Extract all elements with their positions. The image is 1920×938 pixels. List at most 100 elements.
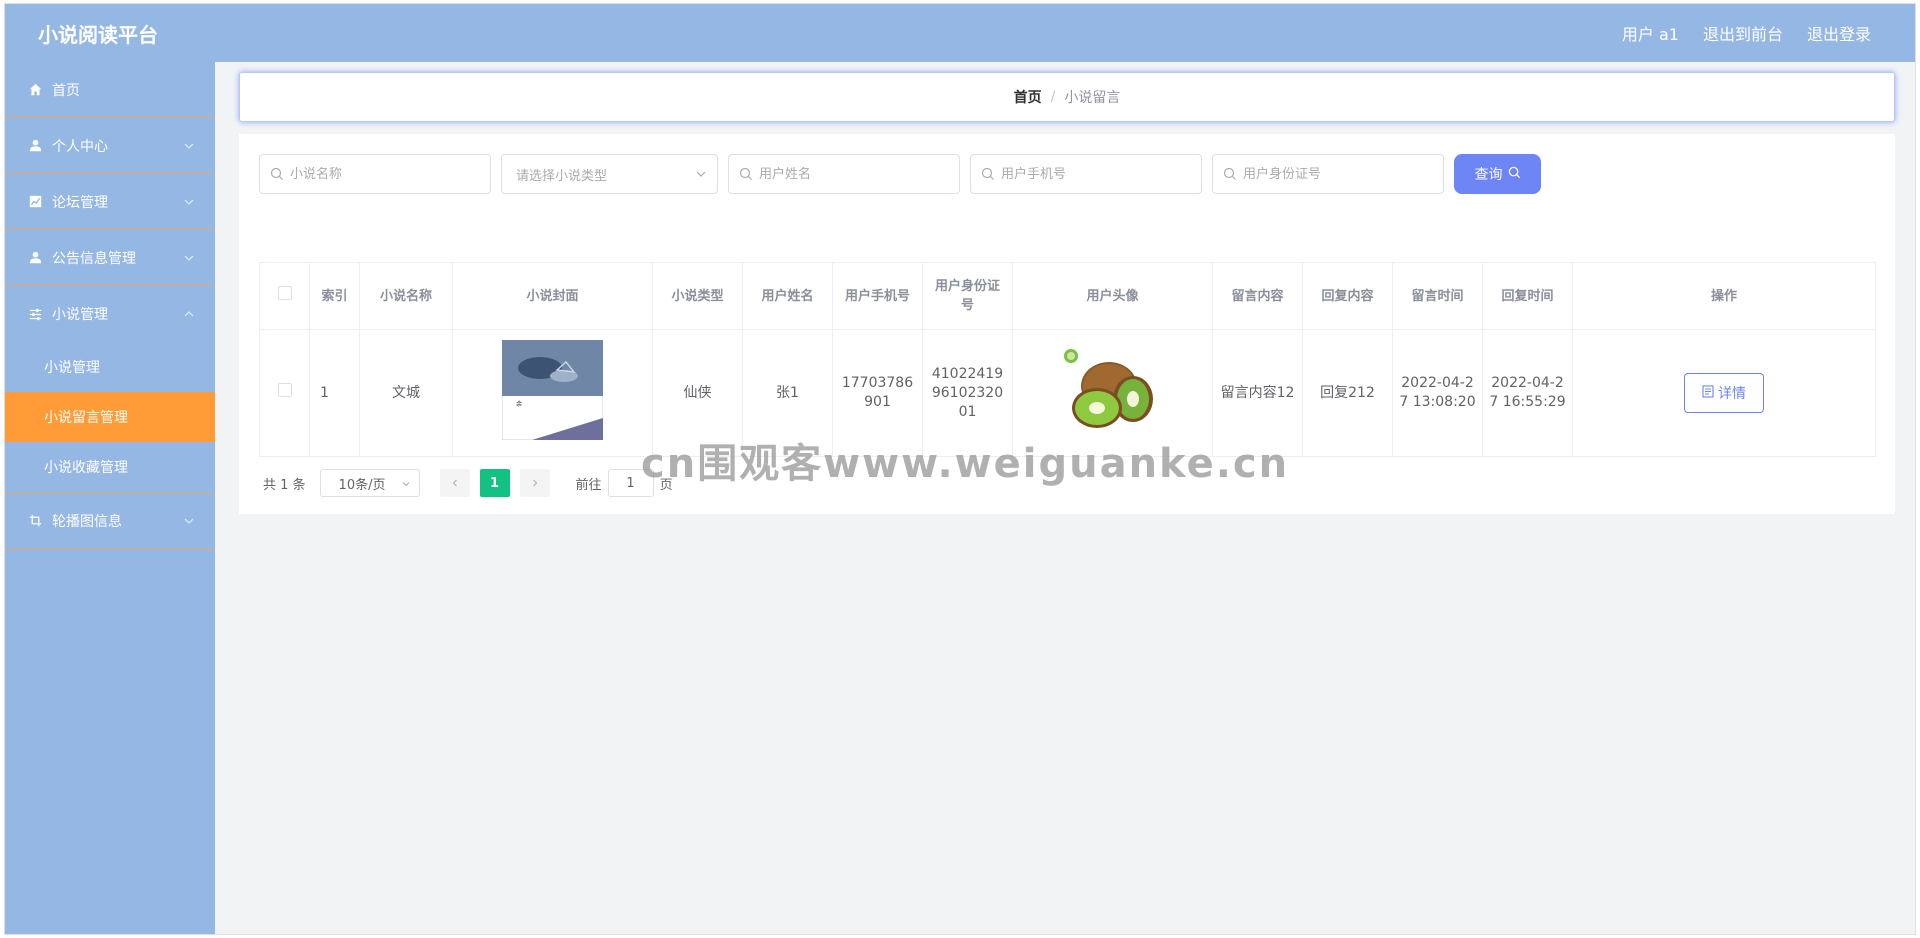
search-icon: [270, 167, 284, 181]
column-header: 用户姓名: [742, 262, 833, 330]
chevron-down-icon: [183, 515, 195, 527]
cell-novel-name: 文城: [359, 329, 453, 457]
page-number-active[interactable]: 1: [479, 469, 510, 497]
novel-name-field: [259, 154, 491, 194]
sidebar-item-home[interactable]: 首页: [5, 62, 215, 118]
table-row: 1 文城 余 仙侠 张1 17703786901 410224199610232…: [259, 329, 1876, 457]
cell-novel-cover: 余 文城: [452, 329, 653, 457]
cell-reply-time: 2022-04-27 16:55:29: [1482, 329, 1573, 457]
novel-type-placeholder: 请选择小说类型: [516, 168, 608, 184]
select-all-cell: [259, 262, 310, 330]
row-checkbox[interactable]: [277, 383, 292, 397]
column-header: 小说类型: [652, 262, 743, 330]
crop-icon: [28, 514, 42, 528]
query-button-label: 查询: [1474, 166, 1503, 182]
cell-novel-type: 仙侠: [652, 329, 743, 457]
exit-front-link[interactable]: 退出到前台: [1703, 21, 1783, 45]
user-phone-input[interactable]: [1001, 166, 1201, 182]
column-header: 小说封面: [452, 262, 653, 330]
cell-index: 1: [309, 329, 360, 457]
sidebar-item-label: 轮播图信息: [52, 513, 122, 530]
chevron-left-icon: [452, 479, 457, 487]
sidebar: 首页 个人中心 论坛管理 公告信息管理 小说管理 小说管理 小说留言管理 小说收…: [5, 62, 215, 934]
logout-link[interactable]: 退出登录: [1807, 21, 1871, 45]
sliders-icon: [28, 307, 42, 321]
sidebar-item-announcements[interactable]: 公告信息管理: [5, 230, 215, 286]
row-select-cell: [259, 329, 310, 457]
page-size-select[interactable]: 10条/页: [319, 469, 420, 497]
cell-reply: 回复212: [1302, 329, 1393, 457]
header-links: 用户 a1 退出到前台 退出登录: [1622, 21, 1871, 45]
chevron-right-icon: [532, 479, 537, 487]
app-frame: 小说阅读平台 用户 a1 退出到前台 退出登录 首页 个人中心 论坛管理 公告信…: [4, 3, 1916, 935]
home-icon: [28, 83, 42, 97]
novel-name-input[interactable]: [290, 166, 490, 182]
chevron-down-icon: [183, 252, 195, 264]
search-icon: [981, 167, 995, 181]
search-icon: [739, 167, 753, 181]
pagination: 共 1 条 10条/页 1 前往 页: [263, 469, 673, 497]
column-header: 留言内容: [1212, 262, 1303, 330]
cell-user-id: 410224199610232001: [922, 329, 1013, 457]
pagination-total: 共 1 条: [263, 477, 306, 493]
user-name-input[interactable]: [759, 166, 959, 182]
breadcrumb-home[interactable]: 首页: [1014, 87, 1042, 107]
user-icon: [28, 139, 42, 153]
detail-button[interactable]: 详情: [1684, 373, 1764, 413]
page-unit-label: 页: [659, 477, 673, 493]
novel-type-select[interactable]: 请选择小说类型: [501, 154, 718, 194]
breadcrumb: 首页 / 小说留言: [239, 72, 1895, 122]
column-header: 用户头像: [1012, 262, 1213, 330]
detail-button-label: 详情: [1718, 385, 1746, 401]
query-button[interactable]: 查询: [1454, 154, 1541, 194]
user-name-field: [728, 154, 960, 194]
sidebar-item-carousel[interactable]: 轮播图信息: [5, 493, 215, 549]
chevron-down-icon: [183, 196, 195, 208]
top-header: 小说阅读平台 用户 a1 退出到前台 退出登录: [5, 4, 1915, 62]
goto-label: 前往: [575, 477, 602, 493]
sidebar-item-personal-center[interactable]: 个人中心: [5, 118, 215, 174]
cell-message: 留言内容12: [1212, 329, 1303, 457]
chevron-down-icon: [401, 478, 411, 488]
sidebar-item-forum[interactable]: 论坛管理: [5, 174, 215, 230]
chart-icon: [28, 195, 42, 209]
novels-submenu: 小说管理 小说留言管理 小说收藏管理: [5, 342, 215, 493]
user-label[interactable]: 用户 a1: [1622, 21, 1679, 45]
svg-text:余: 余: [516, 400, 522, 408]
page-size-value: 10条/页: [338, 477, 386, 493]
column-header: 留言时间: [1392, 262, 1483, 330]
next-page-button[interactable]: [519, 469, 550, 497]
breadcrumb-current: 小说留言: [1064, 90, 1121, 106]
cell-user-name: 张1: [742, 329, 833, 457]
user-id-input[interactable]: [1243, 166, 1443, 182]
chevron-up-icon: [183, 308, 195, 320]
table-header-row: 索引 小说名称 小说封面 小说类型 用户姓名 用户手机号 用户身份证号 用户头像…: [259, 262, 1876, 330]
prev-page-button[interactable]: [439, 469, 470, 497]
content-card: 请选择小说类型: [239, 134, 1895, 514]
column-header: 小说名称: [359, 262, 453, 330]
sidebar-item-label: 首页: [52, 82, 80, 99]
cell-user-avatar: [1012, 329, 1213, 457]
sidebar-subitem-novel-favorites[interactable]: 小说收藏管理: [5, 442, 215, 492]
column-header: 索引: [309, 262, 360, 330]
sidebar-item-label: 论坛管理: [52, 194, 108, 211]
kiwi-avatar-image: [1063, 344, 1163, 442]
chevron-down-icon: [183, 140, 195, 152]
novel-cover-image: 余: [501, 339, 604, 446]
sidebar-item-label: 个人中心: [52, 138, 108, 155]
messages-table: 索引 小说名称 小说封面 小说类型 用户姓名 用户手机号 用户身份证号 用户头像…: [259, 262, 1876, 457]
user-phone-field: [970, 154, 1202, 194]
document-icon: [1702, 385, 1714, 401]
goto-page-input[interactable]: [607, 469, 654, 497]
sidebar-subitem-novel-manage[interactable]: 小说管理: [5, 342, 215, 392]
search-icon: [1223, 167, 1237, 181]
app-title: 小说阅读平台: [38, 22, 158, 47]
user-icon: [28, 251, 42, 265]
sidebar-subitem-novel-messages[interactable]: 小说留言管理: [5, 392, 215, 442]
select-all-checkbox[interactable]: [277, 286, 292, 300]
cell-actions: 详情: [1572, 329, 1876, 457]
cell-message-time: 2022-04-27 13:08:20: [1392, 329, 1483, 457]
search-icon: [1508, 166, 1521, 182]
search-form: 请选择小说类型: [259, 154, 1541, 194]
sidebar-item-novels[interactable]: 小说管理: [5, 286, 215, 342]
